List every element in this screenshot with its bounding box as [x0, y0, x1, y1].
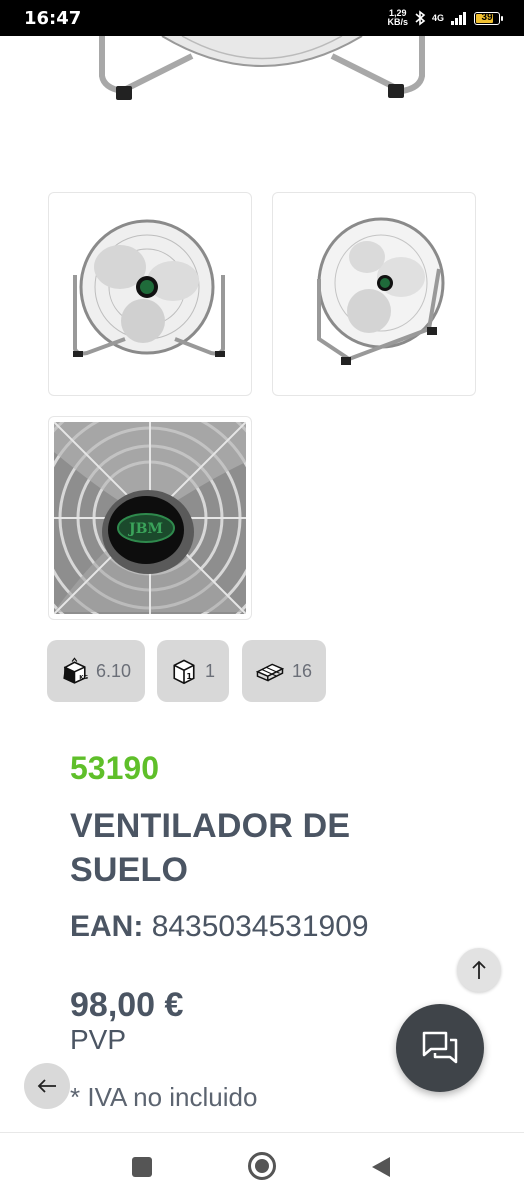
- price-type: PVP: [70, 1024, 127, 1055]
- back-nav-icon[interactable]: [370, 1155, 392, 1179]
- network-type: 4G: [431, 13, 444, 23]
- battery-icon: 39: [474, 11, 503, 25]
- recent-apps-icon[interactable]: [131, 1156, 153, 1178]
- arrow-up-icon: [472, 960, 486, 979]
- jbm-logo: JBM: [127, 521, 163, 537]
- product-reference: 53190: [70, 750, 159, 786]
- pallet-icon: [256, 663, 284, 682]
- tax-note: * IVA no incluido: [70, 1082, 258, 1112]
- svg-text:KG.: KG.: [79, 675, 88, 681]
- thumbnail-front[interactable]: [48, 192, 252, 396]
- chip-units-value: 1: [204, 660, 215, 681]
- weight-kg-icon: KG.: [63, 657, 88, 684]
- product-ean: EAN: 8435034531909: [70, 910, 369, 944]
- status-bar: 16:47 1,29 KB/s 4G 39: [0, 0, 524, 36]
- status-time: 16:47: [24, 7, 82, 29]
- fan-angle-image: [317, 217, 445, 365]
- chip-weight: KG. 6.10: [47, 640, 145, 702]
- chip-pallet-value: 16: [291, 660, 312, 681]
- fan-detail-image: JBM: [54, 422, 246, 614]
- bluetooth-icon: [415, 10, 426, 26]
- main-product-image[interactable]: [92, 36, 432, 106]
- chip-units: 1 1: [157, 640, 229, 702]
- chip-pallet: 16: [242, 640, 326, 702]
- battery-level: 39: [481, 11, 493, 23]
- svg-text:1: 1: [186, 671, 192, 681]
- ean-value: 8435034531909: [151, 910, 369, 943]
- system-nav-bar: [0, 1132, 524, 1200]
- chip-weight-value: 6.10: [95, 660, 131, 681]
- fan-front-image: [73, 219, 225, 357]
- thumbnail-detail[interactable]: JBM: [48, 416, 252, 620]
- net-speed-unit: KB/s: [387, 17, 408, 27]
- scroll-to-top-button[interactable]: [457, 948, 501, 992]
- product-title: VENTILADOR DE SUELO: [70, 807, 351, 889]
- chat-icon: [422, 1031, 458, 1064]
- box-units-icon: 1: [173, 659, 195, 685]
- home-icon[interactable]: [247, 1151, 277, 1181]
- net-speed: 1,29 KB/s: [387, 9, 408, 27]
- chat-button[interactable]: [396, 1004, 484, 1092]
- status-icons: 1,29 KB/s 4G 39: [387, 9, 503, 27]
- thumbnail-angle[interactable]: [272, 192, 476, 396]
- ean-label: EAN:: [70, 910, 144, 943]
- signal-icon: [451, 12, 466, 25]
- back-button[interactable]: [24, 1063, 70, 1109]
- product-price: 98,00 €: [70, 986, 184, 1024]
- arrow-left-icon: [37, 1079, 56, 1093]
